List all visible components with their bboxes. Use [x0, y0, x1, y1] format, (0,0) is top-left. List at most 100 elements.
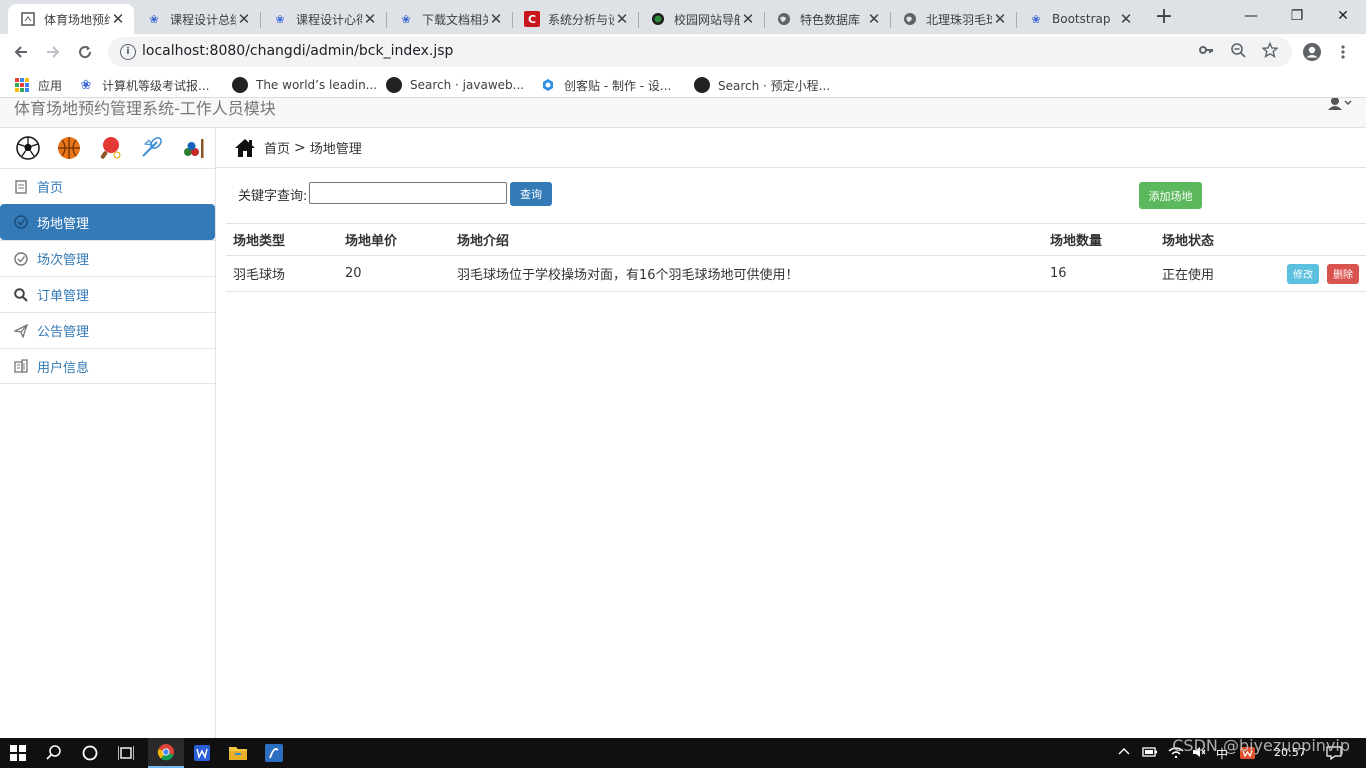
close-tab-icon[interactable]: ✕ — [614, 10, 630, 28]
reload-icon[interactable] — [72, 39, 98, 65]
url-text[interactable]: localhost:8080/changdi/admin/bck_index.j… — [142, 43, 453, 59]
breadcrumb: 首页 > 场地管理 — [216, 128, 1366, 168]
key-icon[interactable] — [1198, 42, 1214, 62]
table-row: 羽毛球场 20 羽毛球场位于学校操场对面，有16个羽毛球场地可供使用！ 16 正… — [226, 255, 1366, 292]
breadcrumb-home[interactable]: 首页 — [264, 138, 290, 157]
tab-title: 课程设计心得 — [296, 12, 362, 27]
search-row: 关键字查询: 查询 添加场地 — [216, 168, 1366, 223]
bookmark-apps[interactable]: 应用 — [14, 76, 62, 94]
globe-icon — [902, 11, 918, 27]
keyword-search-input[interactable] — [309, 182, 507, 204]
back-icon[interactable] — [8, 39, 34, 65]
new-tab-button[interactable]: + — [1152, 6, 1176, 30]
close-tab-icon[interactable]: ✕ — [992, 10, 1008, 28]
building-icon — [14, 359, 28, 373]
profile-icon[interactable] — [1299, 39, 1325, 65]
user-dropdown-icon[interactable] — [1328, 98, 1352, 114]
cortana-icon[interactable] — [72, 738, 108, 768]
send-icon — [14, 323, 28, 338]
bookmark-3[interactable]: Search · javaweb... — [386, 76, 524, 94]
windows-start-icon[interactable] — [0, 738, 36, 768]
column-header: 场地类型 — [226, 223, 338, 256]
page-icon — [20, 11, 36, 27]
wps-writer-icon[interactable] — [184, 738, 220, 768]
apps-grid-icon — [14, 77, 30, 93]
bookmark-1[interactable]: ❀ 计算机等级考试报... — [78, 76, 210, 94]
sport-icons — [0, 128, 215, 168]
tab-7[interactable]: 北理珠羽毛球 ✕ — [890, 4, 1016, 34]
bookmarks-bar: 应用 ❀ 计算机等级考试报... The world’s leadin... S… — [0, 70, 1366, 98]
column-header: 场地单价 — [338, 223, 450, 256]
bookmark-4[interactable]: 创客贴 - 制作 - 设... — [540, 76, 671, 94]
baidu-paw-icon: ❀ — [1031, 12, 1041, 26]
tray-chevron-icon[interactable] — [1118, 746, 1130, 761]
close-tab-icon[interactable]: ✕ — [488, 10, 504, 28]
ping-pong-icon — [98, 136, 122, 160]
sidebar: 首页 场地管理 场次管理 订单管理 公告管理 用户信息 — [0, 128, 216, 738]
minimize-button[interactable]: — — [1228, 0, 1274, 32]
close-tab-icon[interactable]: ✕ — [866, 10, 882, 28]
search-icon — [14, 287, 28, 302]
sidebar-item-order-management[interactable]: 订单管理 — [0, 276, 215, 312]
sidebar-item-announcement-management[interactable]: 公告管理 — [0, 312, 215, 348]
close-window-button[interactable]: ✕ — [1320, 0, 1366, 32]
bookmark-label: Search · javaweb... — [410, 78, 525, 92]
close-tab-icon[interactable]: ✕ — [1118, 10, 1134, 28]
zoom-icon[interactable] — [1230, 42, 1246, 62]
close-tab-icon[interactable]: ✕ — [236, 10, 252, 28]
add-venue-button[interactable]: 添加场地 — [1139, 182, 1202, 209]
battery-icon[interactable] — [1142, 746, 1158, 761]
forward-icon[interactable] — [40, 39, 66, 65]
tab-4[interactable]: C 系统分析与设计 ✕ — [512, 4, 638, 34]
sidebar-item-user-info[interactable]: 用户信息 — [0, 348, 215, 384]
tab-5[interactable]: 校园网站导航 ✕ — [638, 4, 764, 34]
chrome-taskbar-icon[interactable] — [148, 738, 184, 768]
close-tab-icon[interactable]: ✕ — [110, 10, 126, 28]
bookmark-5[interactable]: Search · 预定小程... — [694, 76, 830, 94]
menu-icon[interactable] — [1330, 39, 1356, 65]
eclipse-icon[interactable] — [256, 738, 292, 768]
tab-title: 北理珠羽毛球 — [926, 12, 992, 27]
close-tab-icon[interactable]: ✕ — [740, 10, 756, 28]
globe-icon — [776, 11, 792, 27]
cell-venue-status: 正在使用 — [1155, 255, 1267, 292]
chuangketie-icon — [540, 77, 556, 93]
sidebar-item-venue-management[interactable]: 场地管理 — [0, 204, 215, 240]
search-icon[interactable] — [36, 738, 72, 768]
bookmark-2[interactable]: The world’s leadin... — [232, 76, 377, 94]
bookmark-label: 计算机等级考试报... — [102, 78, 210, 93]
watermark-text: CSDN @biyezuopinvip — [1172, 736, 1350, 755]
main-panel: 首页 > 场地管理 关键字查询: 查询 添加场地 场地类型 场地单价 场地介绍 … — [216, 128, 1366, 738]
star-icon[interactable] — [1261, 41, 1279, 62]
billiards-icon — [180, 136, 204, 160]
sidebar-item-session-management[interactable]: 场次管理 — [0, 240, 215, 276]
sidebar-item-home[interactable]: 首页 — [0, 168, 215, 204]
close-tab-icon[interactable]: ✕ — [362, 10, 378, 28]
home-icon[interactable] — [234, 137, 256, 159]
file-explorer-icon[interactable] — [220, 738, 256, 768]
tab-title: 体育场地预约 — [44, 12, 110, 27]
basketball-icon — [57, 136, 81, 160]
edit-button[interactable]: 修改 — [1287, 263, 1319, 284]
github-icon — [694, 77, 710, 93]
tab-3[interactable]: ❀ 下载文档相关 ✕ — [386, 4, 512, 34]
cell-actions: 修改 删除 — [1267, 255, 1366, 292]
tab-8[interactable]: ❀ Bootstrap ✕ — [1016, 4, 1142, 34]
tab-6[interactable]: 特色数据库 ✕ — [764, 4, 890, 34]
tab-title: 特色数据库 — [800, 12, 861, 27]
sidebar-item-label: 公告管理 — [37, 325, 90, 340]
search-button[interactable]: 查询 — [510, 182, 552, 206]
tab-title: 课程设计总结 — [170, 12, 236, 27]
tab-strip: 体育场地预约 ✕ ❀ 课程设计总结 ✕ ❀ 课程设计心得 ✕ ❀ 下载文档相关 … — [0, 0, 1366, 34]
tab-2[interactable]: ❀ 课程设计心得 ✕ — [260, 4, 386, 34]
info-icon[interactable]: i — [120, 44, 136, 60]
tab-0[interactable]: 体育场地预约 ✕ — [8, 4, 134, 34]
sidebar-item-label: 首页 — [37, 181, 64, 196]
task-view-icon[interactable] — [108, 738, 144, 768]
restore-button[interactable]: ❐ — [1274, 0, 1320, 32]
delete-button[interactable]: 删除 — [1327, 263, 1359, 284]
app-header: 体育场地预约管理系统-工作人员模块 — [0, 98, 1366, 128]
address-bar[interactable]: i localhost:8080/changdi/admin/bck_index… — [108, 37, 1292, 67]
tab-1[interactable]: ❀ 课程设计总结 ✕ — [134, 4, 260, 34]
bookmark-label: Search · 预定小程... — [718, 78, 831, 93]
